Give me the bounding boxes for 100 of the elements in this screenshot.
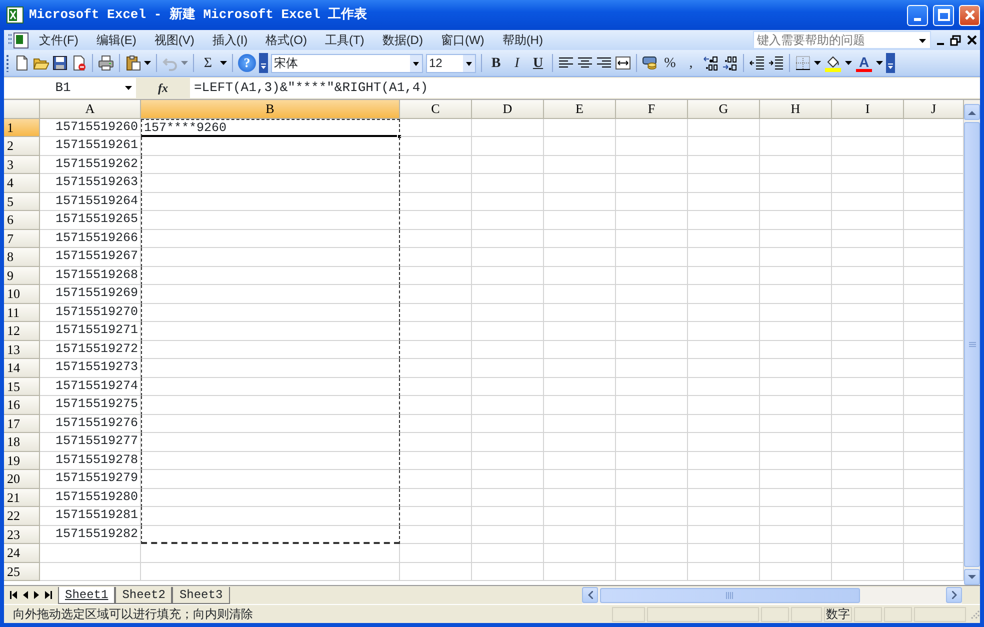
- font-size-dropdown[interactable]: 12: [426, 54, 476, 72]
- table-cell[interactable]: 15715519271: [40, 322, 141, 340]
- merge-cells-icon[interactable]: [615, 55, 631, 71]
- name-box[interactable]: B1: [4, 78, 136, 98]
- toolbar-button[interactable]: %: [661, 53, 679, 73]
- first-sheet-icon[interactable]: [10, 591, 17, 599]
- next-sheet-icon[interactable]: [34, 591, 39, 599]
- table-cell[interactable]: [141, 359, 400, 378]
- column-header[interactable]: E: [544, 100, 616, 118]
- column-header[interactable]: F: [616, 100, 688, 118]
- table-cell[interactable]: [141, 137, 400, 156]
- menu-item[interactable]: 帮助(H): [493, 31, 552, 49]
- fill-color-icon[interactable]: [824, 54, 842, 72]
- table-cell[interactable]: [141, 488, 400, 507]
- row-header[interactable]: 13: [4, 340, 40, 359]
- row-header[interactable]: 3: [4, 156, 40, 174]
- row-header[interactable]: 5: [4, 192, 40, 211]
- row-header[interactable]: 7: [4, 230, 40, 248]
- excel-document-icon[interactable]: [8, 31, 30, 49]
- restore-icon[interactable]: [950, 34, 961, 46]
- table-cell[interactable]: [141, 266, 400, 285]
- decrease-decimal-icon[interactable]: [722, 55, 738, 71]
- row-header[interactable]: 20: [4, 470, 40, 488]
- table-cell[interactable]: [141, 304, 400, 322]
- row-header[interactable]: 4: [4, 174, 40, 192]
- row-header[interactable]: 10: [4, 285, 40, 304]
- scrollbar-thumb[interactable]: [600, 588, 860, 602]
- table-cell[interactable]: 15715519268: [40, 266, 141, 285]
- table-cell[interactable]: [141, 526, 400, 544]
- table-cell[interactable]: 15715519277: [40, 433, 141, 452]
- last-sheet-icon[interactable]: [45, 591, 52, 599]
- table-cell[interactable]: [141, 248, 400, 266]
- menu-item[interactable]: 工具(T): [316, 31, 374, 49]
- table-cell[interactable]: [141, 396, 400, 414]
- table-cell[interactable]: 15715519279: [40, 470, 141, 488]
- row-header[interactable]: 25: [4, 562, 40, 581]
- table-cell[interactable]: 15715519262: [40, 156, 141, 174]
- column-header[interactable]: H: [760, 100, 832, 118]
- table-cell[interactable]: [141, 156, 400, 174]
- close-button[interactable]: [959, 4, 980, 26]
- table-cell[interactable]: 15715519270: [40, 304, 141, 322]
- currency-icon[interactable]: [642, 55, 658, 71]
- table-cell[interactable]: 15715519264: [40, 192, 141, 211]
- caret-icon[interactable]: [876, 61, 883, 65]
- caret-icon[interactable]: [845, 61, 852, 65]
- table-cell[interactable]: 15715519276: [40, 414, 141, 433]
- font-color-button[interactable]: A: [855, 53, 873, 73]
- table-cell[interactable]: [141, 192, 400, 211]
- bold-button[interactable]: B: [487, 53, 505, 73]
- scroll-left-button[interactable]: [582, 587, 598, 603]
- sheet-tab[interactable]: Sheet1: [58, 586, 116, 604]
- sheet-tab[interactable]: Sheet3: [172, 586, 230, 604]
- table-cell[interactable]: [141, 452, 400, 470]
- italic-button[interactable]: I: [508, 53, 526, 73]
- paste-icon[interactable]: [125, 55, 141, 71]
- caret-icon[interactable]: [220, 61, 227, 65]
- column-header[interactable]: I: [832, 100, 904, 118]
- table-cell[interactable]: 15715519266: [40, 230, 141, 248]
- new-file-icon[interactable]: [14, 55, 30, 71]
- row-header[interactable]: 23: [4, 526, 40, 544]
- row-header[interactable]: 21: [4, 488, 40, 507]
- menu-item[interactable]: 文件(F): [30, 31, 88, 49]
- table-cell[interactable]: [141, 433, 400, 452]
- row-header[interactable]: 22: [4, 507, 40, 526]
- column-header[interactable]: J: [904, 100, 964, 118]
- row-header[interactable]: 19: [4, 452, 40, 470]
- caret-icon[interactable]: [814, 61, 821, 65]
- table-cell[interactable]: 15715519261: [40, 137, 141, 156]
- font-name-dropdown[interactable]: 宋体: [271, 54, 423, 72]
- table-cell[interactable]: 15715519281: [40, 507, 141, 526]
- table-cell[interactable]: [141, 340, 400, 359]
- table-cell[interactable]: [141, 285, 400, 304]
- column-header[interactable]: A: [40, 100, 141, 118]
- decrease-indent-icon[interactable]: [749, 55, 765, 71]
- table-cell[interactable]: 15715519278: [40, 452, 141, 470]
- increase-indent-icon[interactable]: [768, 55, 784, 71]
- menu-item[interactable]: 插入(I): [203, 31, 257, 49]
- row-header[interactable]: 8: [4, 248, 40, 266]
- increase-decimal-icon[interactable]: [703, 55, 719, 71]
- row-header[interactable]: 18: [4, 433, 40, 452]
- row-header[interactable]: 15: [4, 378, 40, 396]
- previous-sheet-icon[interactable]: [23, 591, 28, 599]
- row-header[interactable]: 17: [4, 414, 40, 433]
- row-header[interactable]: 9: [4, 266, 40, 285]
- table-cell[interactable]: [141, 322, 400, 340]
- table-cell[interactable]: [141, 470, 400, 488]
- minimize-button[interactable]: [907, 4, 928, 26]
- table-cell[interactable]: [141, 174, 400, 192]
- column-header[interactable]: G: [688, 100, 760, 118]
- table-cell[interactable]: 15715519273: [40, 359, 141, 378]
- toolbar-button[interactable]: Σ: [199, 53, 217, 73]
- maximize-button[interactable]: [933, 4, 954, 26]
- printer-icon[interactable]: [98, 55, 114, 71]
- help-search-field[interactable]: 键入需要帮助的问题: [753, 31, 931, 49]
- table-cell[interactable]: 15715519263: [40, 174, 141, 192]
- table-cell[interactable]: 157****9260: [141, 118, 400, 137]
- scroll-up-button[interactable]: [964, 104, 980, 120]
- column-header[interactable]: C: [400, 100, 472, 118]
- table-cell[interactable]: 15715519267: [40, 248, 141, 266]
- insert-function-button[interactable]: fx: [136, 79, 190, 97]
